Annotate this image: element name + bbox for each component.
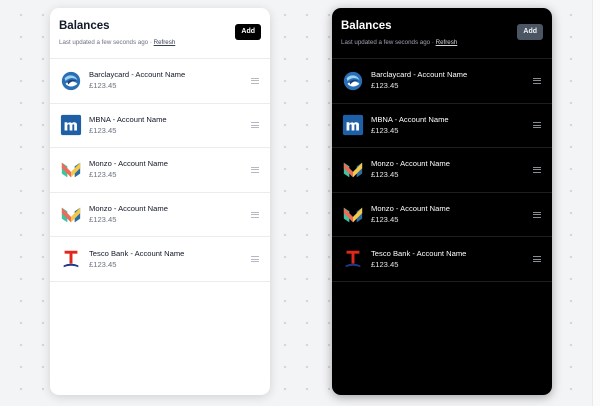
last-updated-text: Last updated a few seconds ago · Refresh [59,39,261,47]
drag-handle-icon[interactable] [533,122,541,129]
panel-title: Balances [341,20,392,32]
mbna-logo-icon [60,114,82,136]
last-updated-prefix: Last updated a few seconds ago · [59,39,154,46]
account-row-mbna[interactable]: MBNA - Account Name £123.45 [50,104,270,149]
barclaycard-logo-icon [342,70,364,92]
drag-handle-icon[interactable] [533,77,541,84]
account-name: Monzo - Account Name [371,159,450,169]
drag-handle-icon[interactable] [251,256,259,263]
add-button[interactable]: Add [517,24,543,40]
last-updated-prefix: Last updated a few seconds ago · [341,39,436,46]
drag-handle-icon[interactable] [533,256,541,263]
balances-panel-light: Balances Last updated a few seconds ago … [50,8,270,395]
account-balance: £123.45 [371,170,399,180]
account-balance: £123.45 [89,259,117,269]
account-balance: £123.45 [89,215,117,225]
drag-handle-icon[interactable] [251,166,259,173]
account-row-mbna[interactable]: MBNA - Account Name £123.45 [332,104,552,149]
account-balance: £123.45 [371,81,399,91]
account-balance: £123.45 [371,125,399,135]
refresh-link[interactable]: Refresh [436,39,458,46]
account-name: MBNA - Account Name [371,114,449,124]
monzo-logo-icon [342,204,364,226]
account-row-tesco-bank[interactable]: Tesco Bank - Account Name £123.45 [332,237,552,282]
account-balance: £123.45 [371,215,399,225]
monzo-logo-icon [342,159,364,181]
account-name: Monzo - Account Name [371,204,450,214]
account-name: Tesco Bank - Account Name [371,248,467,258]
balances-panel-dark: Balances Last updated a few seconds ago … [332,8,552,395]
account-list: Barclaycard - Account Name £123.45 MBNA … [50,58,270,282]
account-balance: £123.45 [89,170,117,180]
account-balance: £123.45 [371,259,399,269]
drag-handle-icon[interactable] [251,77,259,84]
tesco-bank-logo-icon [342,248,364,270]
account-list: Barclaycard - Account Name £123.45 MBNA … [332,58,552,282]
account-name: Monzo - Account Name [89,159,168,169]
monzo-logo-icon [60,159,82,181]
account-name: MBNA - Account Name [89,114,167,124]
account-row-monzo[interactable]: Monzo - Account Name £123.45 [50,148,270,193]
tesco-bank-logo-icon [60,248,82,270]
account-name: Tesco Bank - Account Name [89,248,185,258]
refresh-link[interactable]: Refresh [154,39,176,46]
account-name: Barclaycard - Account Name [89,70,186,80]
panel-title: Balances [59,20,110,32]
account-row-monzo[interactable]: Monzo - Account Name £123.45 [332,193,552,238]
panel-header: Balances Last updated a few seconds ago … [50,8,270,58]
account-row-tesco-bank[interactable]: Tesco Bank - Account Name £123.45 [50,237,270,282]
monzo-logo-icon [60,204,82,226]
panel-header: Balances Last updated a few seconds ago … [332,8,552,58]
drag-handle-icon[interactable] [533,166,541,173]
account-balance: £123.45 [89,125,117,135]
account-row-barclaycard[interactable]: Barclaycard - Account Name £123.45 [332,59,552,104]
drag-handle-icon[interactable] [251,211,259,218]
account-row-barclaycard[interactable]: Barclaycard - Account Name £123.45 [50,59,270,104]
account-name: Monzo - Account Name [89,204,168,214]
scrollbar-track [592,0,600,406]
last-updated-text: Last updated a few seconds ago · Refresh [341,39,543,47]
account-row-monzo[interactable]: Monzo - Account Name £123.45 [332,148,552,193]
account-name: Barclaycard - Account Name [371,70,468,80]
account-balance: £123.45 [89,81,117,91]
add-button[interactable]: Add [235,24,261,40]
drag-handle-icon[interactable] [251,122,259,129]
mbna-logo-icon [342,114,364,136]
barclaycard-logo-icon [60,70,82,92]
account-row-monzo[interactable]: Monzo - Account Name £123.45 [50,193,270,238]
drag-handle-icon[interactable] [533,211,541,218]
